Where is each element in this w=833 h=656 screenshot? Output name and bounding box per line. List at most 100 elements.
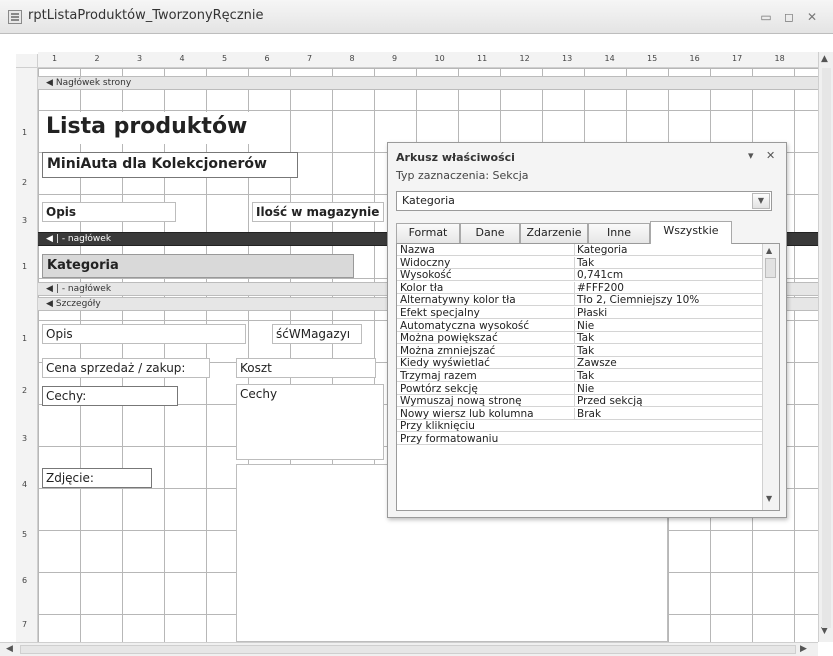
property-row[interactable]: Można powiększać Tak (397, 332, 763, 345)
ruler-tick-label: 6 (264, 54, 270, 63)
ruler-tick-label: 4 (22, 480, 28, 489)
close-icon[interactable]: ✕ (766, 149, 775, 162)
zdjecie-label[interactable]: Zdjęcie: (42, 468, 152, 488)
property-name: Przy formatowaniu (400, 433, 499, 445)
ruler-corner[interactable] (16, 54, 38, 68)
ruler-tick-label: 2 (94, 54, 100, 63)
ruler-tick-label: 12 (519, 54, 530, 63)
cechy-label[interactable]: Cechy: (42, 386, 178, 406)
ruler-tick-label: 5 (22, 530, 28, 539)
detail-opis-field[interactable]: Opis (42, 324, 246, 344)
cechy-field[interactable]: Cechy (236, 384, 384, 460)
property-value[interactable]: Płaski (574, 307, 762, 319)
object-selector-value: Kategoria (402, 194, 455, 207)
tab-inne[interactable]: Inne (588, 223, 650, 243)
tab-zdarzenie[interactable]: Zdarzenie (520, 223, 588, 243)
report-icon (8, 10, 22, 24)
section-page-header[interactable]: ◀ Nagłówek strony (38, 76, 818, 90)
tab-wszystkie[interactable]: Wszystkie (650, 221, 732, 244)
vertical-scrollbar[interactable]: ▲ ▼ (818, 52, 833, 642)
chevron-down-icon[interactable]: ▼ (752, 193, 770, 209)
property-value[interactable]: Kategoria (574, 244, 762, 256)
property-value[interactable]: Nie (574, 382, 762, 395)
property-row[interactable]: Wysokość 0,741cm (397, 269, 763, 282)
section-marker-icon: ◀ (46, 284, 53, 294)
property-row[interactable]: Można zmniejszać Tak (397, 344, 763, 357)
property-row[interactable]: Przy formatowaniu (397, 433, 763, 445)
scroll-right-icon[interactable]: ▶ (800, 644, 807, 654)
property-value[interactable]: Tło 2, Ciemniejszy 10% (574, 294, 762, 307)
property-grid-scroll-thumb[interactable] (765, 258, 776, 278)
horizontal-scroll-thumb[interactable] (20, 645, 796, 654)
scroll-up-icon[interactable]: ▲ (766, 246, 772, 255)
property-value[interactable]: Nie (574, 319, 762, 332)
property-grid-scrollbar[interactable]: ▲ ▼ (762, 244, 779, 510)
property-name: Nazwa (400, 244, 435, 256)
ruler-horizontal[interactable]: 1 2 3 4 5 6 7 8 9 10 11 12 13 14 15 16 17 18 (38, 52, 818, 68)
detail-ilosc-field[interactable]: śćWMagazyı (272, 324, 362, 344)
ruler-vertical[interactable]: 1 2 3 1 1 2 3 4 5 6 7 (16, 68, 38, 642)
property-row[interactable]: Kolor tła #FFF200 (397, 281, 763, 294)
ruler-tick-label: 15 (647, 54, 658, 63)
ruler-tick-label: 14 (604, 54, 615, 63)
tab-format[interactable]: Format (396, 223, 460, 243)
property-row[interactable]: Powtórz sekcję Nie (397, 382, 763, 395)
property-name: Powtórz sekcję (400, 382, 478, 395)
property-sheet-panel[interactable]: Arkusz właściwości ▾ ✕ Typ zaznaczenia: … (387, 142, 787, 518)
object-selector-dropdown[interactable]: Kategoria ▼ (396, 191, 772, 211)
property-value[interactable]: Tak (574, 256, 762, 269)
report-title-label[interactable]: Lista produktów (42, 112, 262, 144)
group-kategoria-field[interactable]: Kategoria (42, 254, 354, 278)
property-value[interactable]: Tak (574, 344, 762, 357)
scroll-left-icon[interactable]: ◀ (6, 644, 13, 654)
section-marker-icon: ◀ (46, 299, 53, 309)
property-row[interactable]: Nowy wiersz lub kolumna Brak (397, 407, 763, 420)
property-value[interactable]: Zawsze (574, 357, 762, 370)
property-row[interactable]: Kiedy wyświetlać Zawsze (397, 357, 763, 370)
property-row[interactable]: Wymuszaj nową stronę Przed sekcją (397, 395, 763, 408)
property-name: Kolor tła (400, 281, 444, 294)
scroll-down-icon[interactable]: ▼ (766, 494, 772, 503)
property-value[interactable]: Tak (574, 370, 762, 382)
property-row[interactable]: Przy kliknięciu (397, 420, 763, 433)
property-row[interactable]: Widoczny Tak (397, 256, 763, 269)
cena-label[interactable]: Cena sprzedaż / zakup: (42, 358, 210, 378)
ruler-tick-label: 1 (22, 128, 28, 137)
close-icon[interactable]: ✕ (804, 10, 820, 24)
property-grid[interactable]: Przy formatowaniu Przy kliknięciu Nowy wie… (396, 243, 780, 511)
ruler-tick-label: 8 (349, 54, 355, 63)
property-value[interactable]: #FFF200 (574, 281, 762, 294)
property-name: Nowy wiersz lub kolumna (400, 407, 534, 420)
property-value[interactable]: 0,741cm (574, 269, 762, 282)
property-value[interactable]: Tak (574, 332, 762, 345)
ruler-tick-label: 11 (477, 54, 488, 63)
property-value[interactable]: Brak (574, 407, 762, 420)
property-row[interactable]: Alternatywny kolor tła Tło 2, Ciemniejszy… (397, 294, 763, 307)
property-row[interactable]: Automatyczna wysokość Nie (397, 319, 763, 332)
property-row[interactable]: Efekt specjalny Płaski (397, 307, 763, 319)
ruler-tick-label: 2 (22, 178, 28, 187)
property-name: Wysokość (400, 269, 452, 282)
property-row[interactable]: Nazwa Kategoria (397, 244, 763, 256)
scroll-up-icon[interactable]: ▲ (821, 54, 828, 64)
property-name: Kiedy wyświetlać (400, 357, 490, 370)
minimize-icon[interactable]: ▭ (758, 10, 774, 24)
vertical-scroll-track[interactable] (822, 68, 831, 628)
property-row[interactable]: Trzymaj razem Tak (397, 370, 763, 382)
selection-type-label: Typ zaznaczenia: Sekcja (396, 169, 529, 182)
property-value[interactable]: Przed sekcją (574, 395, 762, 408)
section-label: Nagłówek strony (55, 78, 132, 88)
property-name: Można powiększać (400, 332, 498, 345)
koszt-field[interactable]: Koszt (236, 358, 376, 378)
column-opis-label[interactable]: Opis (42, 202, 176, 222)
panel-menu-icon[interactable]: ▾ (748, 149, 754, 162)
property-name: Efekt specjalny (400, 307, 480, 319)
column-ilosc-label[interactable]: Ilość w magazynie (252, 202, 384, 222)
window-titlebar: rptListaProduktów_TworzonyRęcznie ▭ ◻ ✕ (0, 0, 833, 34)
report-subtitle-label[interactable]: MiniAuta dla Kolekcjonerów (42, 152, 298, 178)
maximize-icon[interactable]: ◻ (781, 10, 797, 24)
tab-dane[interactable]: Dane (460, 223, 520, 243)
horizontal-scrollbar[interactable]: ◀ ▶ (0, 642, 818, 656)
ruler-tick-label: 18 (774, 54, 785, 63)
property-tabs: Format Dane Zdarzenie Inne Wszystkie (396, 221, 780, 244)
